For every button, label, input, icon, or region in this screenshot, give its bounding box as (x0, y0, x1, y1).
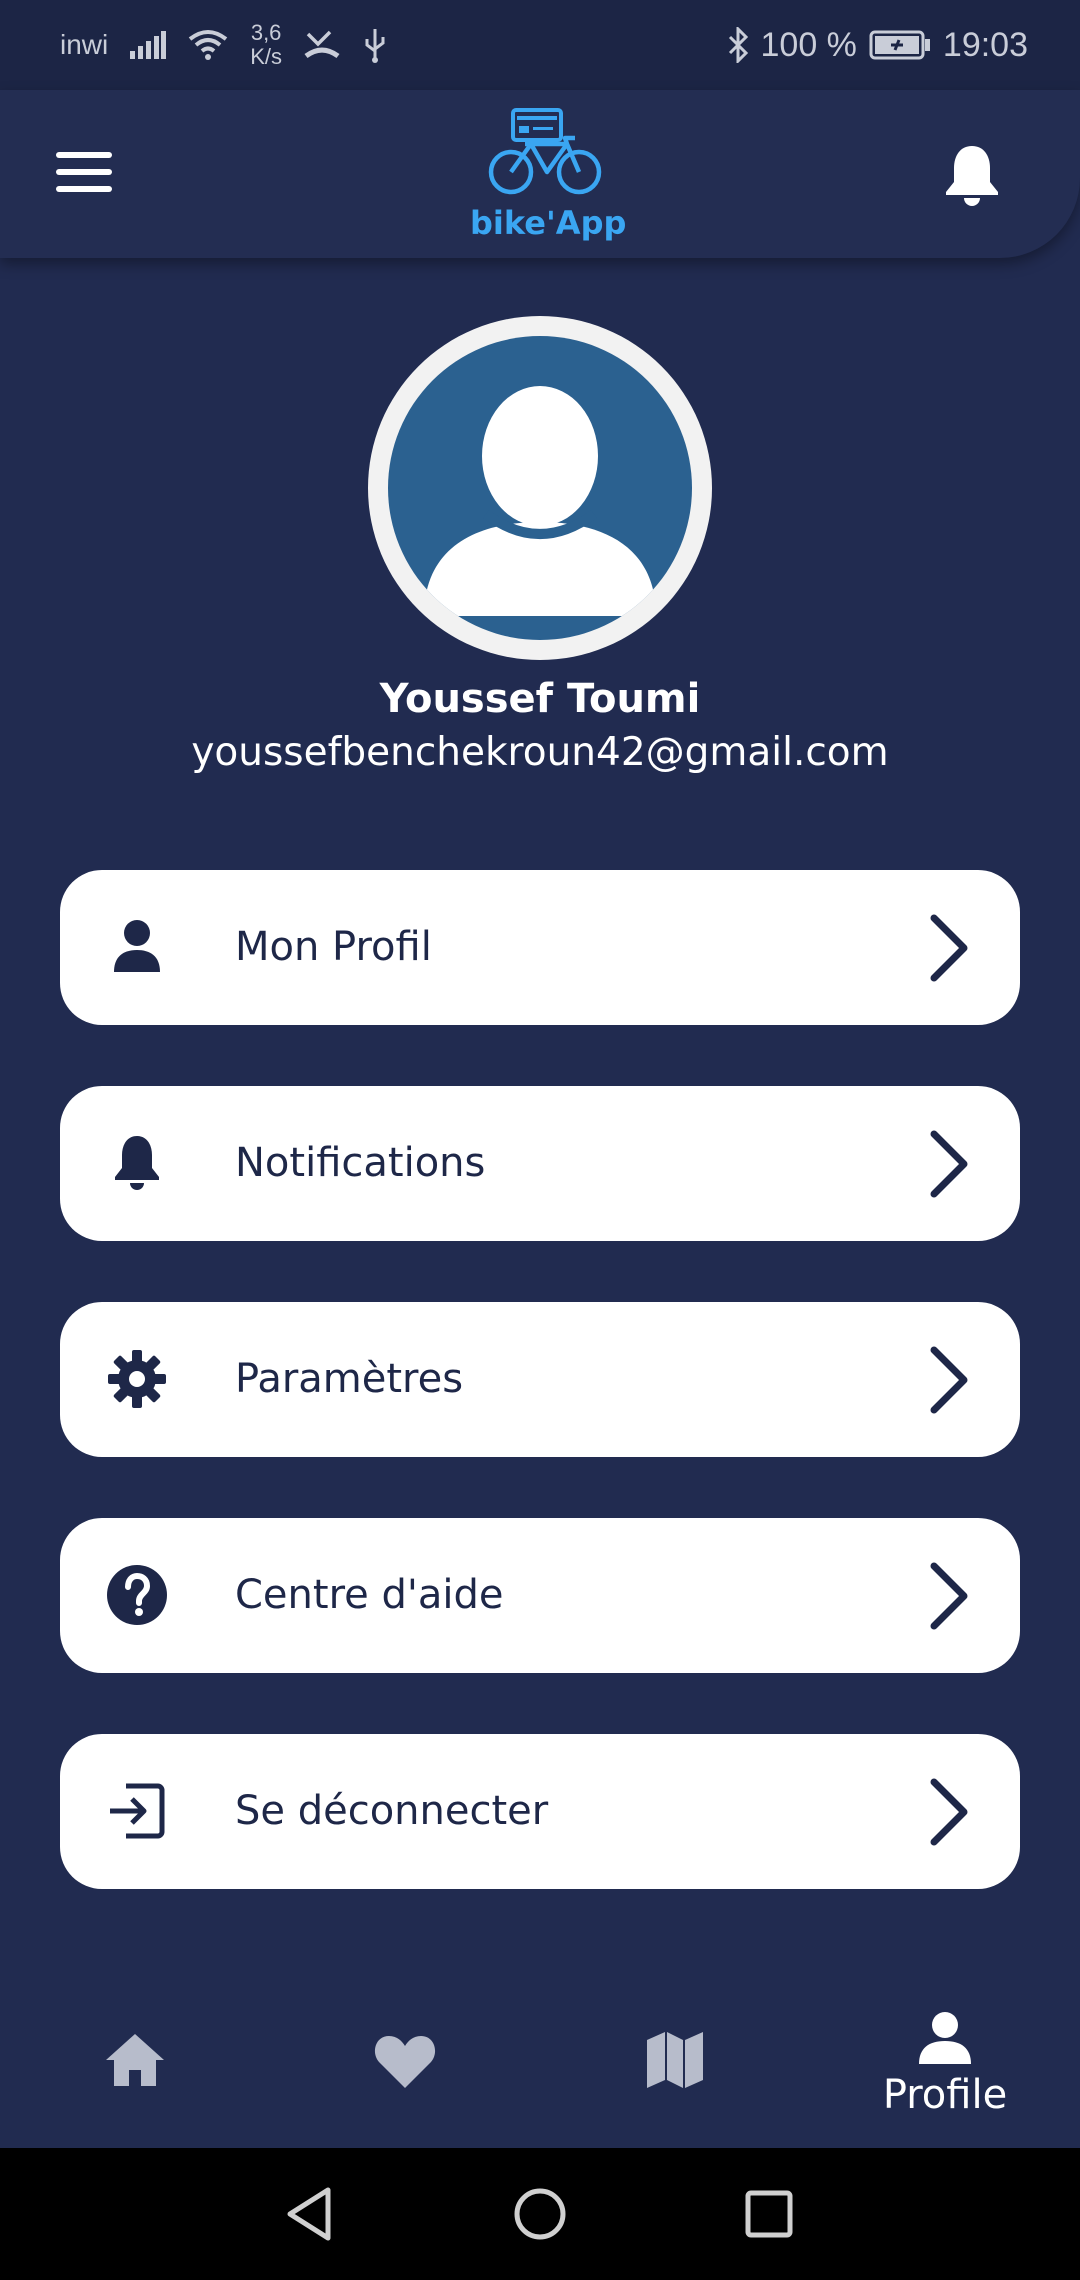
menu-item-label: Mon Profil (235, 924, 432, 970)
nav-map[interactable] (610, 1992, 740, 2148)
bluetooth-icon (728, 27, 748, 63)
bell-icon (115, 1136, 159, 1190)
battery-icon (869, 30, 930, 60)
user-name: Youssef Toumi (379, 676, 701, 722)
chevron-right-icon (930, 1778, 968, 1846)
app-header: bike'App (0, 90, 1080, 258)
chevron-right-icon (930, 914, 968, 982)
hamburger-menu-button[interactable] (56, 152, 112, 192)
menu-item-label: Paramètres (235, 1356, 464, 1402)
menu-item-parametres[interactable]: Paramètres (60, 1302, 1020, 1457)
chevron-right-icon (930, 1562, 968, 1630)
notifications-button[interactable] (942, 142, 1002, 206)
clock: 19:03 (942, 25, 1028, 64)
menu-item-label: Notifications (235, 1140, 486, 1186)
nav-profile-label: Profile (882, 2072, 1008, 2118)
status-bar: inwi 3,6 K/s 100 % 19:03 (0, 0, 1080, 90)
user-email: youssefbenchekroun42@gmail.com (191, 730, 889, 775)
person-icon (114, 920, 160, 972)
logout-icon (110, 1783, 165, 1839)
network-speed: 3,6 K/s (250, 21, 282, 69)
menu-item-label: Centre d'aide (235, 1572, 504, 1618)
missed-call-icon (304, 30, 340, 59)
system-navigation-bar (0, 2148, 1080, 2280)
menu-line (56, 152, 112, 158)
menu-item-centre-aide[interactable]: Centre d'aide (60, 1518, 1020, 1673)
bottom-navigation: Profile (0, 1992, 1080, 2148)
usb-icon (365, 29, 385, 63)
map-icon (647, 2032, 703, 2088)
back-icon[interactable] (284, 2186, 334, 2242)
avatar (368, 316, 712, 660)
app-logo: bike'App (470, 104, 627, 244)
nav-home[interactable] (70, 1992, 200, 2148)
menu-item-mon-profil[interactable]: Mon Profil (60, 870, 1020, 1025)
menu-item-label: Se déconnecter (235, 1788, 549, 1834)
chevron-right-icon (930, 1130, 968, 1198)
app-name: bike'App (470, 204, 627, 242)
bell-icon (946, 146, 998, 206)
help-icon (107, 1565, 167, 1625)
nav-profile[interactable]: Profile (860, 1992, 1030, 2148)
nav-favorites[interactable] (340, 1992, 470, 2148)
speed-unit: K/s (250, 44, 283, 69)
signal-icon (130, 31, 167, 59)
menu-line (56, 169, 112, 175)
bike-logo-icon (488, 108, 602, 195)
menu-line (56, 186, 112, 192)
gear-icon (108, 1350, 166, 1408)
speed-value: 3,6 (250, 20, 282, 45)
chevron-right-icon (930, 1346, 968, 1414)
menu-item-notifications[interactable]: Notifications (60, 1086, 1020, 1241)
carrier-label: inwi (60, 29, 109, 60)
battery-percent: 100 % (760, 25, 857, 64)
menu-item-se-deconnecter[interactable]: Se déconnecter (60, 1734, 1020, 1889)
person-icon (919, 2012, 971, 2064)
heart-icon (374, 2036, 436, 2088)
wifi-icon (189, 30, 228, 60)
recents-icon[interactable] (744, 2189, 794, 2239)
home-icon (106, 2034, 164, 2086)
home-circle-icon[interactable] (512, 2186, 568, 2242)
